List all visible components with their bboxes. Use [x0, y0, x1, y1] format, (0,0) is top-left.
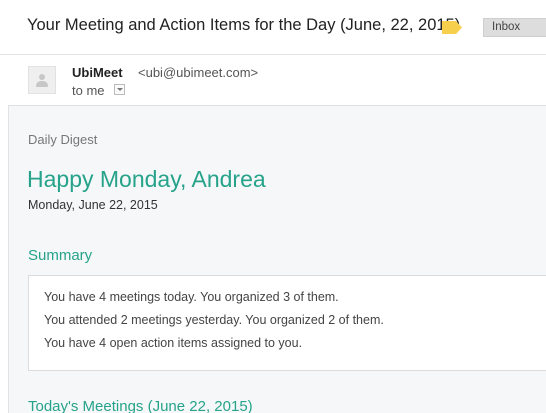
digest-label: Daily Digest — [28, 132, 98, 147]
sender-email: <ubi@ubimeet.com> — [138, 65, 259, 80]
summary-line: You have 4 meetings today. You organized… — [44, 290, 339, 304]
summary-box: You have 4 meetings today. You organized… — [28, 275, 546, 371]
email-subject: Your Meeting and Action Items for the Da… — [27, 16, 461, 34]
email-body: Daily Digest Happy Monday, Andrea Monday… — [8, 106, 546, 413]
recipient-label: to me — [72, 83, 105, 98]
greeting-heading: Happy Monday, Andrea — [27, 166, 266, 192]
sender-header: UbiMeet <ubi@ubimeet.com> to me — [8, 55, 546, 106]
todays-meetings-heading: Today's Meetings (June 22, 2015) — [28, 398, 253, 413]
summary-line: You have 4 open action items assigned to… — [44, 336, 303, 350]
subject-bar: Your Meeting and Action Items for the Da… — [0, 0, 546, 55]
sender-name[interactable]: UbiMeet — [72, 65, 123, 80]
avatar — [28, 66, 56, 94]
email-view: Your Meeting and Action Items for the Da… — [0, 0, 546, 413]
inbox-label-chip[interactable]: Inbox — [483, 18, 546, 37]
summary-heading: Summary — [28, 247, 93, 264]
summary-line: You attended 2 meetings yesterday. You o… — [44, 313, 384, 327]
recipient-details-dropdown-icon[interactable] — [114, 84, 125, 95]
digest-date: Monday, June 22, 2015 — [28, 198, 158, 212]
importance-label-icon[interactable] — [441, 20, 463, 35]
person-icon — [36, 74, 48, 87]
